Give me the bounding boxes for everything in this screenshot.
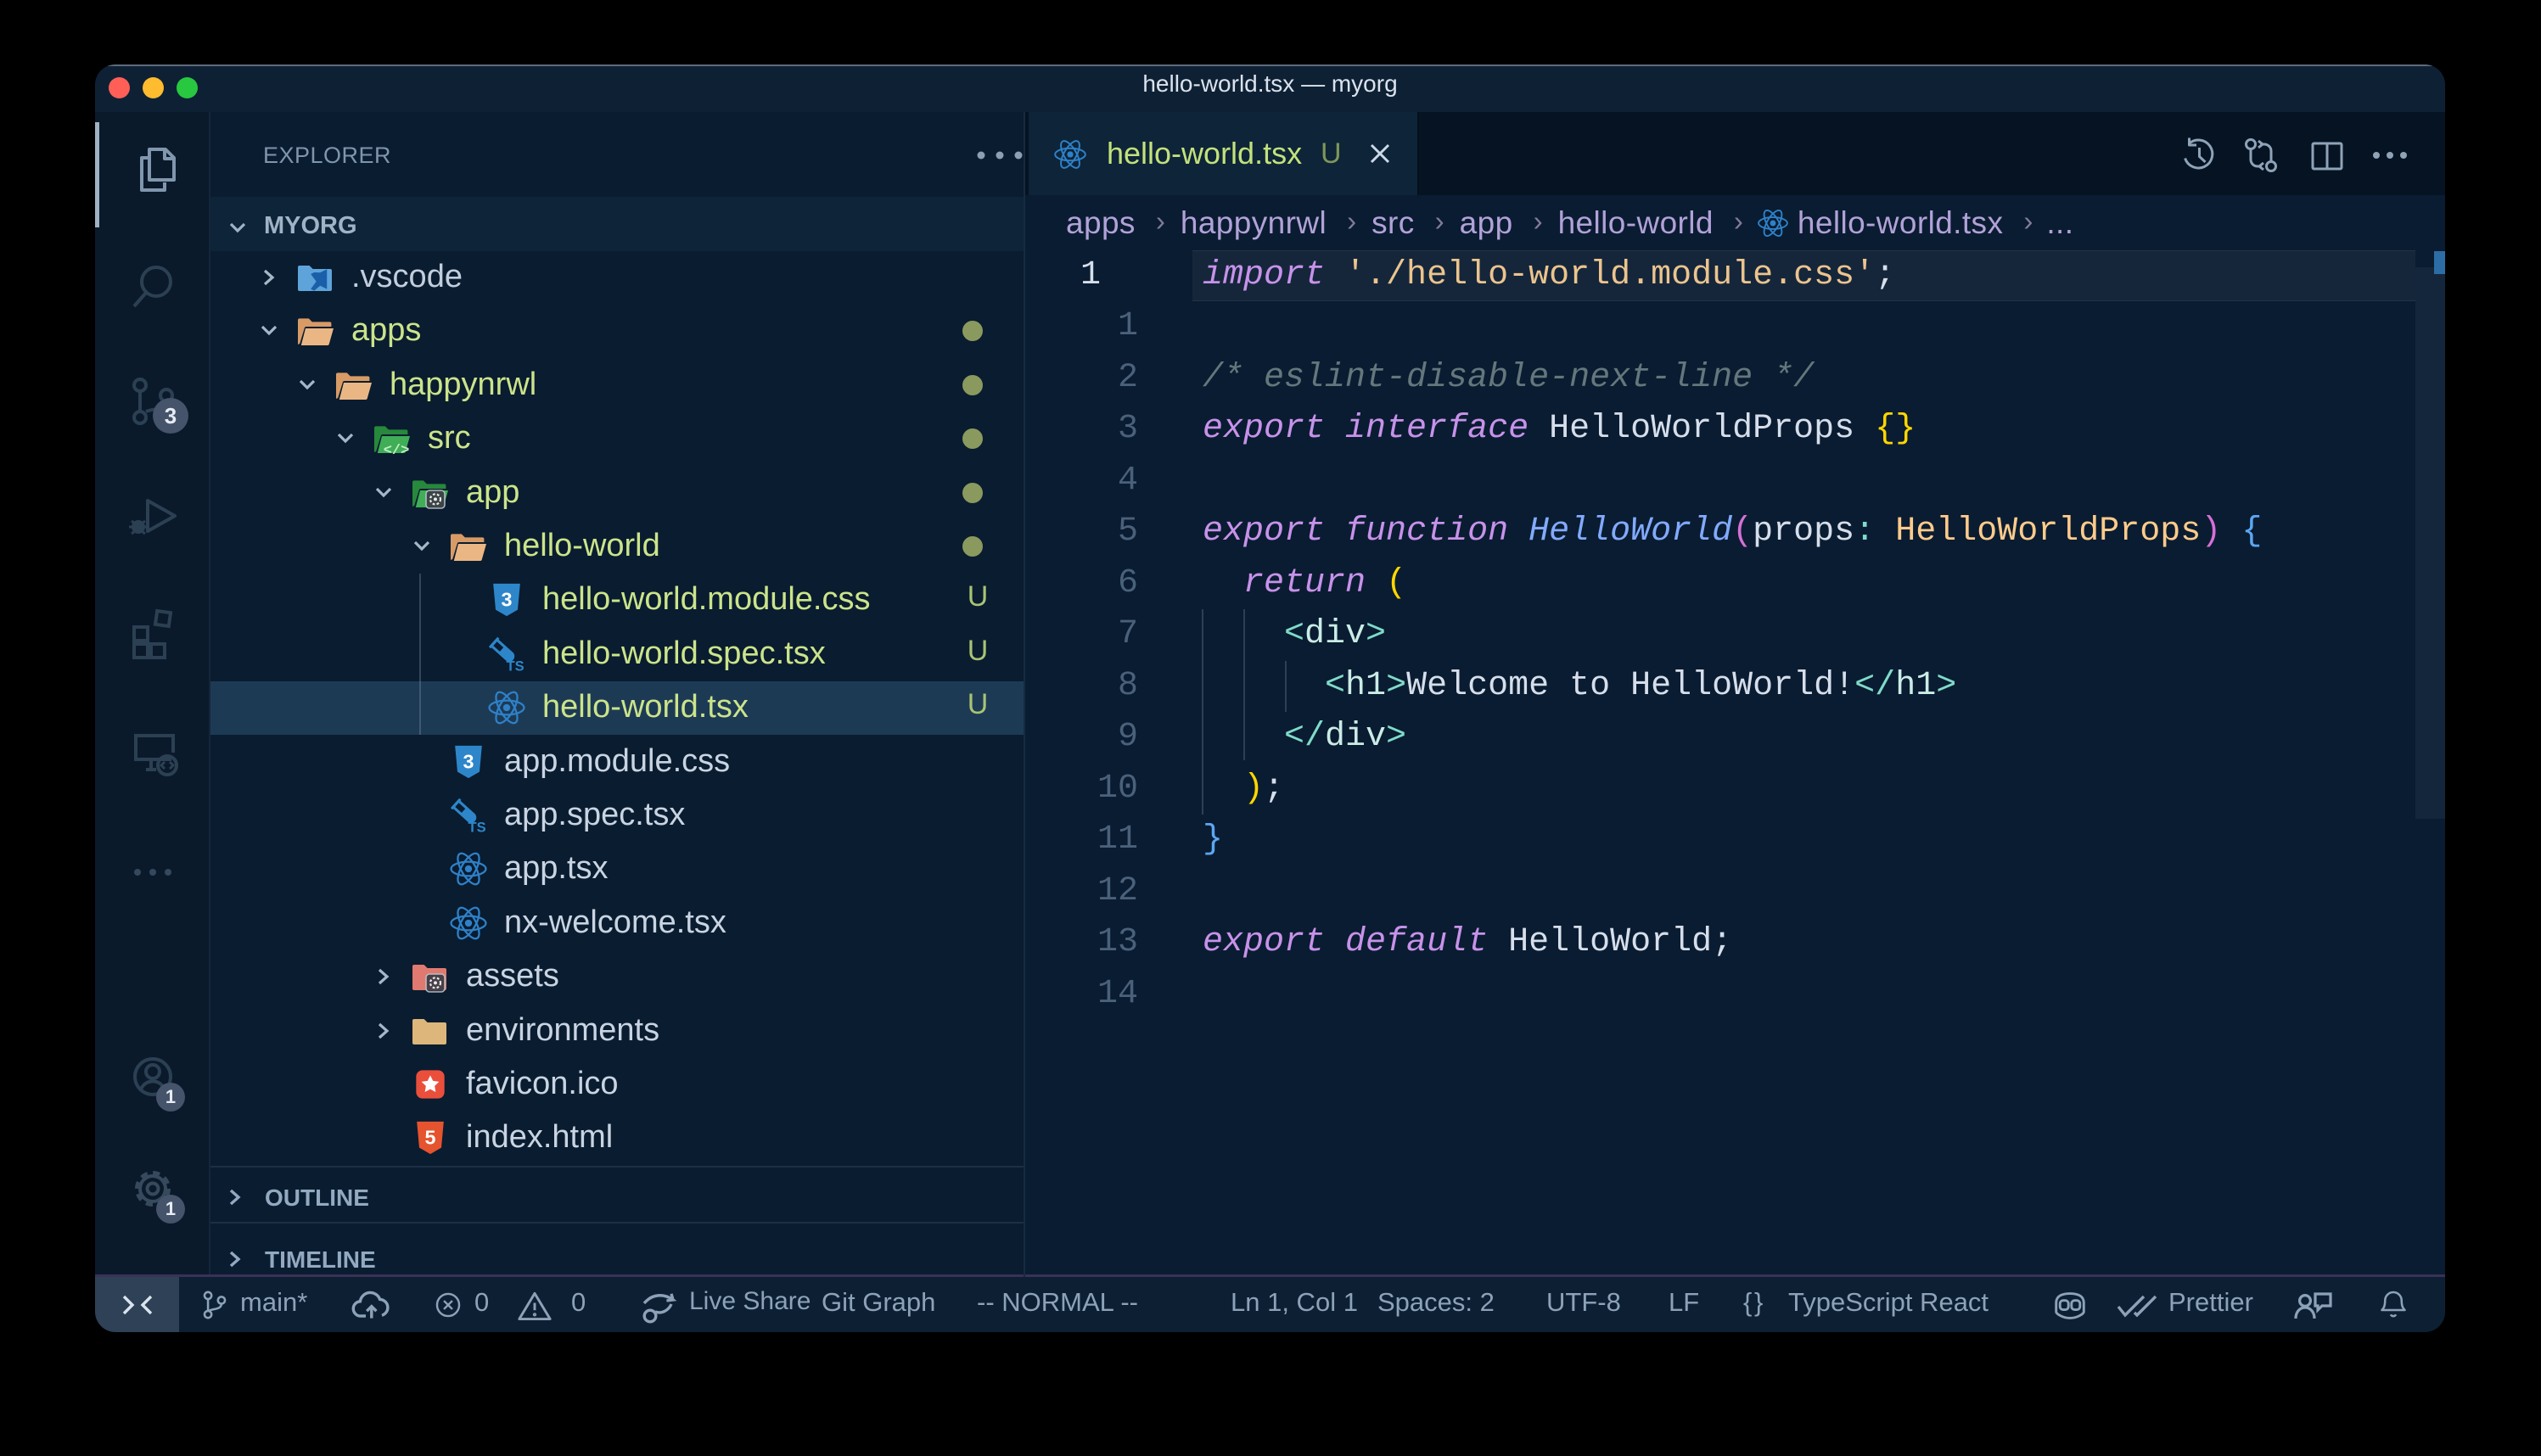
svg-text:TS: TS <box>468 820 486 834</box>
svg-text:TS: TS <box>507 658 524 673</box>
svg-text:3: 3 <box>463 750 474 772</box>
svg-text:5: 5 <box>425 1127 436 1149</box>
svg-text:</>: </> <box>384 443 410 456</box>
svg-text:3: 3 <box>502 589 513 611</box>
